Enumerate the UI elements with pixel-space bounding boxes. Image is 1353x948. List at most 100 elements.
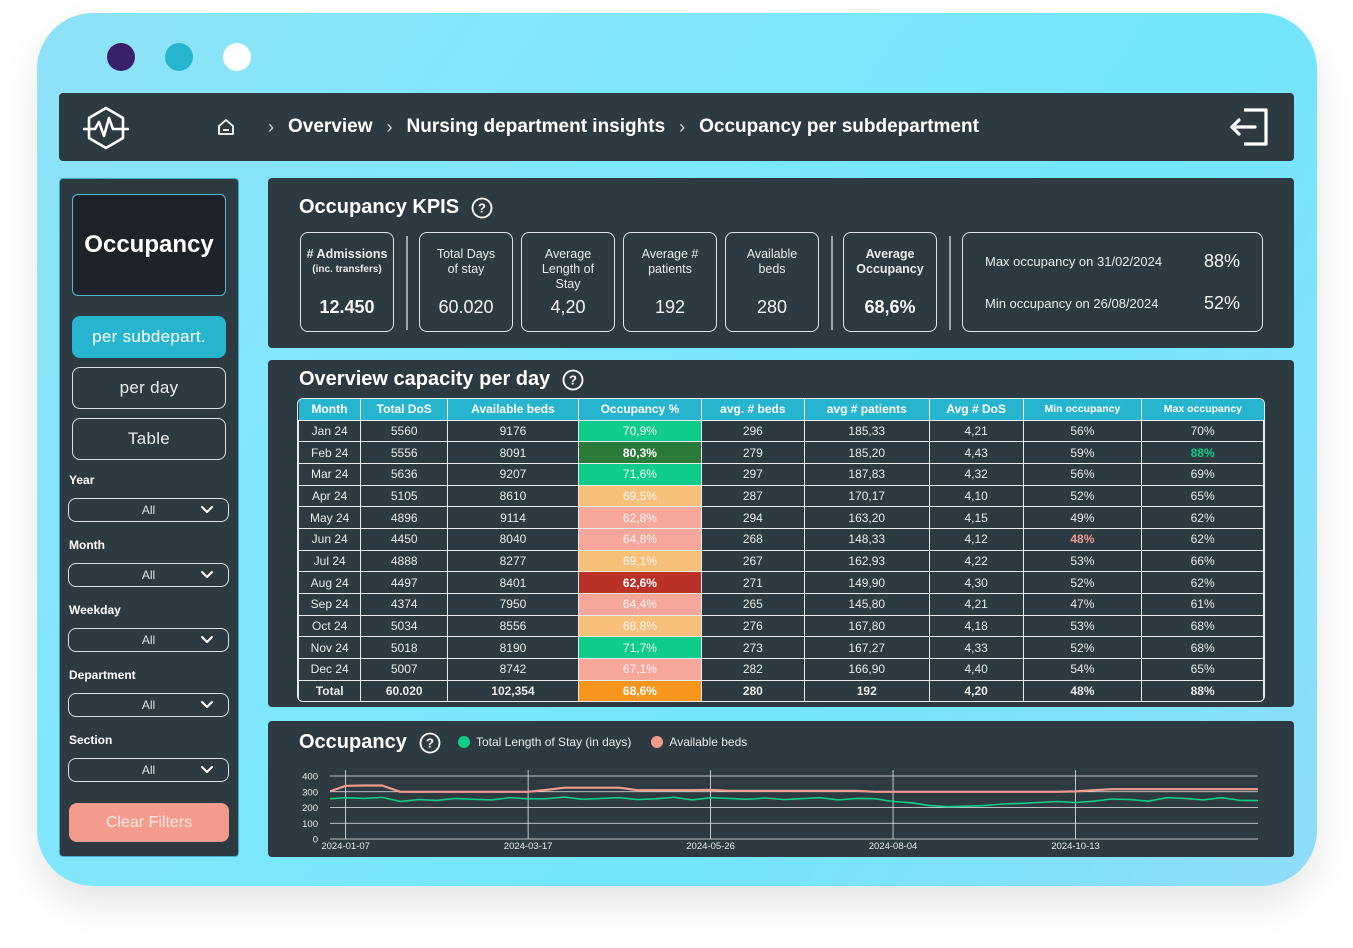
table-cell: 66%: [1141, 549, 1264, 573]
table-cell: 5556: [360, 441, 449, 464]
window-dot-1[interactable]: [107, 43, 135, 71]
table-cell: 88%: [1141, 679, 1264, 701]
table-cell: 162,93: [803, 549, 930, 573]
help-icon[interactable]: ?: [471, 197, 493, 219]
table-cell: Apr 24: [298, 484, 362, 508]
occupancy-tile[interactable]: Occupancy: [72, 194, 226, 296]
table-cell: Nov 24: [298, 636, 362, 660]
filter-department-select[interactable]: All: [68, 693, 229, 717]
table-cell: 62%: [1141, 506, 1264, 529]
chevron-down-icon: [201, 571, 213, 578]
home-icon[interactable]: [216, 117, 236, 137]
table-cell: Oct 24: [298, 614, 362, 638]
filter-weekday-select[interactable]: All: [68, 628, 229, 652]
table-total-row[interactable]: Total 60.020 102,354 68,6% 280 192 4,20 48% 88%: [298, 679, 1264, 701]
table-cell: 9176: [447, 419, 579, 443]
kpi-avg-patients: Average # patients 192: [623, 232, 717, 332]
table-cell: 4,32: [928, 462, 1024, 486]
kpi-total-days-label: Total Days of stay: [436, 247, 496, 276]
table-cell: 268: [701, 527, 805, 551]
table-cell: 4,21: [928, 593, 1024, 616]
kpi-avg-occupancy-value: 68,6%: [864, 297, 916, 317]
nav-table[interactable]: Table: [72, 418, 226, 460]
table-cell: 8040: [447, 527, 579, 551]
filter-section-select[interactable]: All: [68, 758, 229, 782]
capacity-panel: Overview capacity per day ? Month Total D…: [268, 360, 1294, 707]
y-tick-label: 0: [313, 835, 318, 846]
window-dot-3[interactable]: [223, 43, 251, 71]
column-header[interactable]: Occupancy %: [578, 399, 703, 420]
column-header[interactable]: Min occupancy: [1023, 399, 1143, 420]
column-header[interactable]: Avg # DoS: [929, 399, 1024, 420]
table-cell: 267: [701, 549, 805, 573]
table-cell: 170,17: [803, 484, 930, 508]
table-cell: 4374: [360, 593, 449, 616]
chevron-down-icon: [201, 636, 213, 643]
table-row[interactable]: Dec 24 5007 8742 67,1% 282 166,90 4,40 54% 65%: [298, 658, 1264, 681]
y-tick-label: 100: [302, 819, 318, 830]
table-row[interactable]: Feb 24 5556 8091 80,3% 279 185,20 4,43 59% 88%: [298, 441, 1264, 464]
table-cell: 4450: [360, 527, 449, 551]
column-header[interactable]: Month: [298, 399, 362, 420]
series-line-available-beds[interactable]: [329, 784, 1258, 793]
logout-icon[interactable]: [1228, 106, 1272, 148]
table-row[interactable]: Jul 24 4888 8277 69,1% 267 162,93 4,22 53% 66%: [298, 549, 1264, 573]
table-row[interactable]: May 24 4896 9114 62,8% 294 163,20 4,15 49% 62%: [298, 506, 1264, 529]
top-bar: › Overview › Nursing department insights…: [59, 93, 1294, 161]
y-tick-label: 200: [302, 803, 318, 814]
table-row[interactable]: Oct 24 5034 8556 68,8% 276 167,80 4,18 53% 68%: [298, 614, 1264, 638]
column-header[interactable]: Available beds: [447, 399, 579, 420]
table-row[interactable]: Jun 24 4450 8040 64,8% 268 148,33 4,12 48% 62%: [298, 527, 1264, 551]
table-cell: 69,5%: [577, 484, 703, 508]
table-cell: 5636: [360, 462, 449, 486]
occupancy-line-chart: 0 100 200 300 400 2024-01-07 2024-03-17 2024-05…: [302, 770, 1259, 852]
table-cell: 49%: [1022, 506, 1143, 529]
column-header[interactable]: avg # patients: [804, 399, 930, 420]
table-cell: 4,33: [928, 636, 1024, 660]
clear-filters-button[interactable]: Clear Filters: [69, 803, 229, 842]
filter-month-select[interactable]: All: [68, 563, 229, 587]
breadcrumb-nursing-insights[interactable]: Nursing department insights: [407, 116, 666, 138]
heart-monitor-logo-icon[interactable]: [83, 105, 129, 151]
table-cell: 5018: [360, 636, 449, 660]
column-header[interactable]: Total DoS: [360, 399, 449, 420]
table-cell: 282: [701, 658, 805, 681]
table-row[interactable]: Nov 24 5018 8190 71,7% 273 167,27 4,33 52% 68%: [298, 636, 1264, 660]
table-cell: 4888: [360, 549, 449, 573]
breadcrumb-overview[interactable]: Overview: [288, 116, 373, 138]
table-cell: 65%: [1141, 484, 1264, 508]
table-cell: 8610: [447, 484, 579, 508]
nav-per-day[interactable]: per day: [72, 367, 226, 409]
table-row[interactable]: Jan 24 5560 9176 70,9% 296 185,33 4,21 56% 70%: [298, 419, 1264, 443]
help-icon[interactable]: ?: [562, 369, 584, 391]
table-cell: 265: [701, 593, 805, 616]
table-cell: 149,90: [803, 571, 930, 594]
nav-per-subdepartment[interactable]: per subdepart.: [72, 316, 226, 358]
table-cell: 276: [701, 614, 805, 638]
window-dot-2[interactable]: [165, 43, 193, 71]
table-cell: 70,9%: [577, 419, 703, 443]
table-cell: 5560: [360, 419, 449, 443]
table-cell: 8190: [447, 636, 579, 660]
table-row[interactable]: Mar 24 5636 9207 71,6% 297 187,83 4,32 56% 69%: [298, 462, 1264, 486]
table-cell: 64,4%: [577, 593, 703, 616]
table-row[interactable]: Aug 24 4497 8401 62,6% 271 149,90 4,30 52% 62%: [298, 571, 1264, 594]
table-cell: 187,83: [803, 462, 930, 486]
series-line-length-of-stay[interactable]: [329, 796, 1259, 808]
column-header[interactable]: avg. # beds: [701, 399, 805, 420]
table-cell: 71,6%: [577, 462, 703, 486]
kpi-panel: Occupancy KPIS ? # Admissions (inc. trans…: [268, 178, 1294, 348]
table-cell: 7950: [447, 593, 579, 616]
table-row[interactable]: Sep 24 4374 7950 64,4% 265 145,80 4,21 47% 61%: [298, 593, 1264, 616]
chevron-down-icon: [201, 506, 213, 513]
table-cell: Sep 24: [298, 593, 362, 616]
table-row[interactable]: Apr 24 5105 8610 69,5% 287 170,17 4,10 52% 65%: [298, 484, 1264, 508]
table-cell: Jan 24: [298, 419, 362, 443]
column-header[interactable]: Max occupancy: [1141, 399, 1264, 420]
table-cell: 9207: [447, 462, 579, 486]
table-cell: 296: [701, 419, 805, 443]
kpi-admissions-sublabel: (inc. transfers): [312, 264, 382, 275]
filter-year-select[interactable]: All: [68, 498, 229, 522]
filter-month-value: All: [141, 568, 156, 582]
table-cell: 145,80: [803, 593, 930, 616]
